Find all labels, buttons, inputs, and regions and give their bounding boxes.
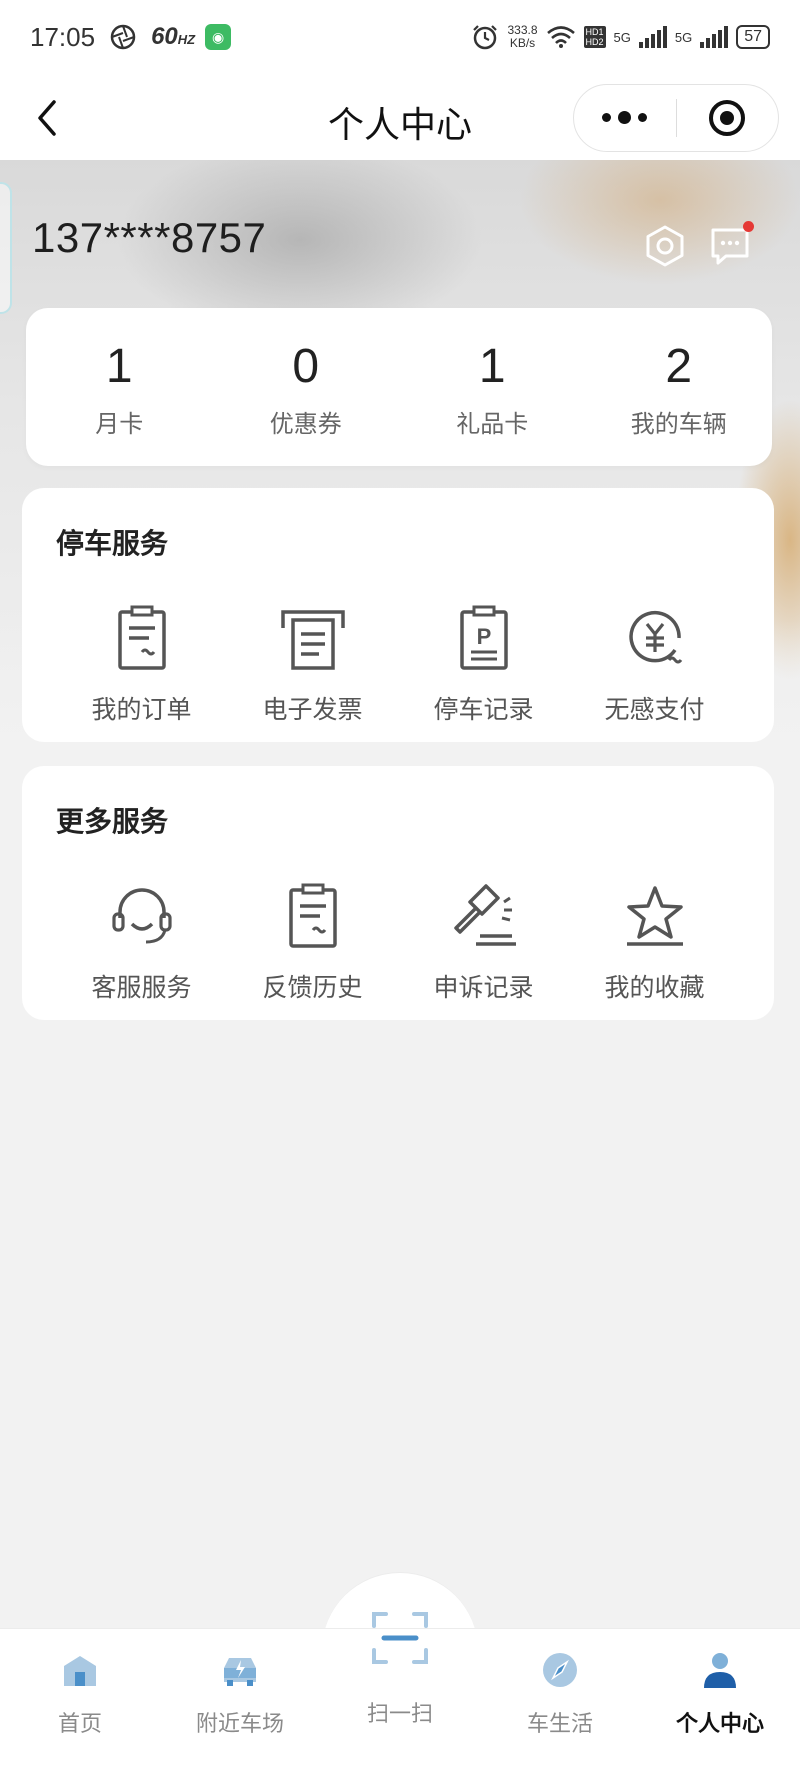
invoice-icon bbox=[280, 610, 345, 670]
service-label: 我的订单 bbox=[91, 696, 192, 724]
stat-gift-cards[interactable]: 1 礼品卡 bbox=[399, 308, 586, 466]
more-options-button[interactable] bbox=[574, 110, 676, 124]
svg-text:P: P bbox=[476, 624, 491, 649]
hd-badge: HD1 HD2 bbox=[583, 26, 606, 48]
stat-label: 优惠券 bbox=[269, 411, 342, 438]
close-mini-program-button[interactable] bbox=[677, 98, 779, 138]
car-charge-icon bbox=[224, 1658, 256, 1686]
service-label: 无感支付 bbox=[604, 696, 705, 724]
home-icon bbox=[64, 1656, 96, 1686]
gavel-icon bbox=[453, 884, 516, 946]
section-title: 停车服务 bbox=[56, 528, 169, 559]
signal-bars-1 bbox=[638, 26, 667, 48]
wifi-icon bbox=[546, 26, 575, 48]
yuan-pay-icon bbox=[628, 610, 682, 664]
alarm-icon bbox=[473, 25, 498, 50]
service-customer-support[interactable]: 客服服务 bbox=[56, 878, 227, 1004]
refresh-rate: 60HZ bbox=[151, 23, 196, 50]
settings-hex-icon[interactable] bbox=[643, 224, 687, 268]
stat-coupons[interactable]: 0 优惠券 bbox=[213, 308, 400, 466]
target-icon bbox=[709, 100, 746, 136]
signal-2-label: 5G bbox=[674, 29, 693, 45]
stat-value: 1 bbox=[478, 340, 506, 393]
tab-label: 附近车场 bbox=[195, 1711, 284, 1736]
stat-value: 0 bbox=[292, 340, 320, 393]
notification-dot bbox=[743, 221, 754, 232]
tab-label: 个人中心 bbox=[675, 1711, 764, 1736]
compass-icon bbox=[543, 1653, 577, 1687]
service-label: 我的收藏 bbox=[604, 974, 705, 1002]
tab-scan[interactable]: 扫一扫 bbox=[320, 1606, 480, 1728]
signal-1-label: 5G bbox=[613, 29, 631, 45]
service-label: 申诉记录 bbox=[433, 974, 534, 1002]
service-appeal-records[interactable]: 申诉记录 bbox=[398, 878, 569, 1004]
parking-services-card: 停车服务 我的订单 电子发票 P 停车记录 无感支付 bbox=[22, 488, 774, 742]
stats-card: 1 月卡 0 优惠券 1 礼品卡 2 我的车辆 bbox=[26, 308, 772, 466]
stat-label: 礼品卡 bbox=[456, 411, 529, 438]
stat-value: 2 bbox=[665, 340, 693, 393]
tab-home[interactable]: 首页 bbox=[0, 1648, 160, 1738]
service-e-invoice[interactable]: 电子发票 bbox=[227, 600, 398, 726]
more-services-card: 更多服务 客服服务 反馈历史 申诉记录 我的收藏 bbox=[22, 766, 774, 1020]
stat-my-vehicles[interactable]: 2 我的车辆 bbox=[586, 308, 773, 466]
service-label: 客服服务 bbox=[91, 974, 192, 1002]
service-label: 电子发票 bbox=[262, 696, 363, 724]
service-parking-records[interactable]: P 停车记录 bbox=[398, 600, 569, 726]
stat-value: 1 bbox=[105, 340, 133, 393]
stat-monthly-card[interactable]: 1 月卡 bbox=[26, 308, 213, 466]
service-my-orders[interactable]: 我的订单 bbox=[56, 600, 227, 726]
parking-record-icon: P bbox=[459, 605, 508, 670]
service-label: 反馈历史 bbox=[262, 974, 363, 1002]
service-feedback-history[interactable]: 反馈历史 bbox=[227, 878, 398, 1004]
tab-nearby-parking[interactable]: 附近车场 bbox=[160, 1648, 320, 1738]
aperture-icon bbox=[110, 24, 136, 50]
service-label: 停车记录 bbox=[433, 696, 534, 724]
signal-bars-2 bbox=[700, 26, 729, 48]
stat-label: 月卡 bbox=[95, 411, 144, 438]
nav-bar: 个人中心 bbox=[0, 74, 800, 160]
star-icon bbox=[626, 886, 683, 946]
stat-label: 我的车辆 bbox=[630, 411, 727, 438]
mini-program-capsule bbox=[573, 84, 779, 152]
status-time: 17:05 bbox=[30, 21, 96, 52]
status-bar: 17:05 60HZ ◉ 333.8 KB/s HD1 HD2 5G 5G 57 bbox=[0, 0, 800, 74]
battery-indicator: 57 bbox=[736, 25, 770, 49]
tab-personal-center[interactable]: 个人中心 bbox=[640, 1648, 800, 1738]
tab-label: 首页 bbox=[57, 1711, 102, 1736]
service-seamless-pay[interactable]: 无感支付 bbox=[569, 600, 740, 726]
user-phone: 137****8757 bbox=[32, 214, 267, 261]
chat-app-icon: ◉ bbox=[205, 24, 232, 50]
headset-icon bbox=[111, 888, 172, 944]
tab-label: 车生活 bbox=[526, 1711, 593, 1736]
net-speed: 333.8 KB/s bbox=[507, 23, 538, 50]
scan-icon bbox=[372, 1612, 428, 1664]
order-icon bbox=[117, 605, 166, 670]
section-title: 更多服务 bbox=[56, 806, 169, 837]
service-my-favorites[interactable]: 我的收藏 bbox=[569, 878, 740, 1004]
side-float-tab[interactable] bbox=[0, 182, 12, 314]
feedback-icon bbox=[288, 883, 337, 948]
message-button[interactable] bbox=[708, 221, 754, 268]
user-icon bbox=[704, 1653, 736, 1688]
tab-car-life[interactable]: 车生活 bbox=[480, 1648, 640, 1738]
tab-label: 扫一扫 bbox=[366, 1701, 433, 1726]
